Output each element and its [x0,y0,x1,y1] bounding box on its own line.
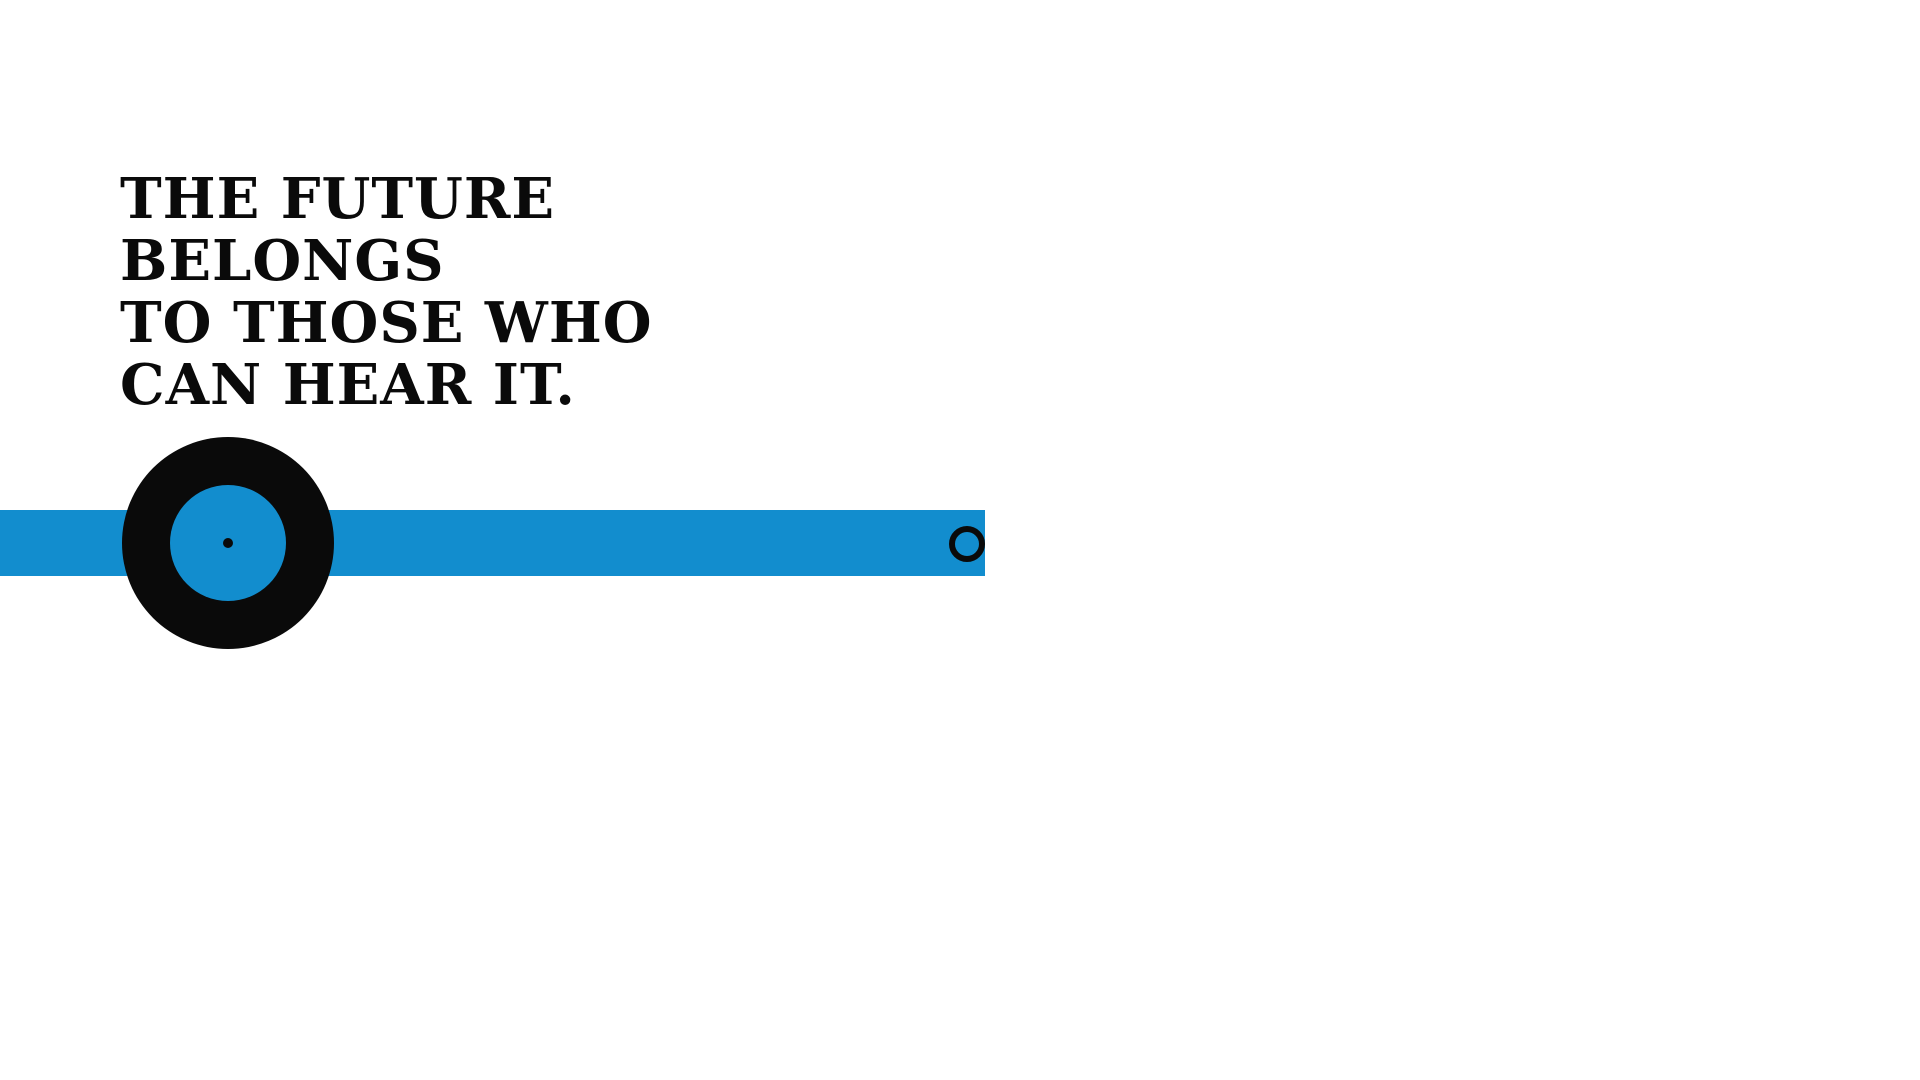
headline-line-3: TO THOSE WHO [120,290,653,356]
headline: THE FUTURE BELONGS TO THOSE WHO CAN HEAR… [120,168,653,416]
headline-line-4: CAN HEAR IT. [120,352,576,418]
slide-canvas: THE FUTURE BELONGS TO THOSE WHO CAN HEAR… [0,0,1920,1080]
ring-knob-outer [949,526,985,562]
headline-line-1: THE FUTURE [120,166,556,232]
vinyl-record-icon [122,437,334,649]
record-spindle-hole [223,538,233,548]
ring-knob-icon [949,526,985,562]
headline-line-2: BELONGS [120,228,445,294]
